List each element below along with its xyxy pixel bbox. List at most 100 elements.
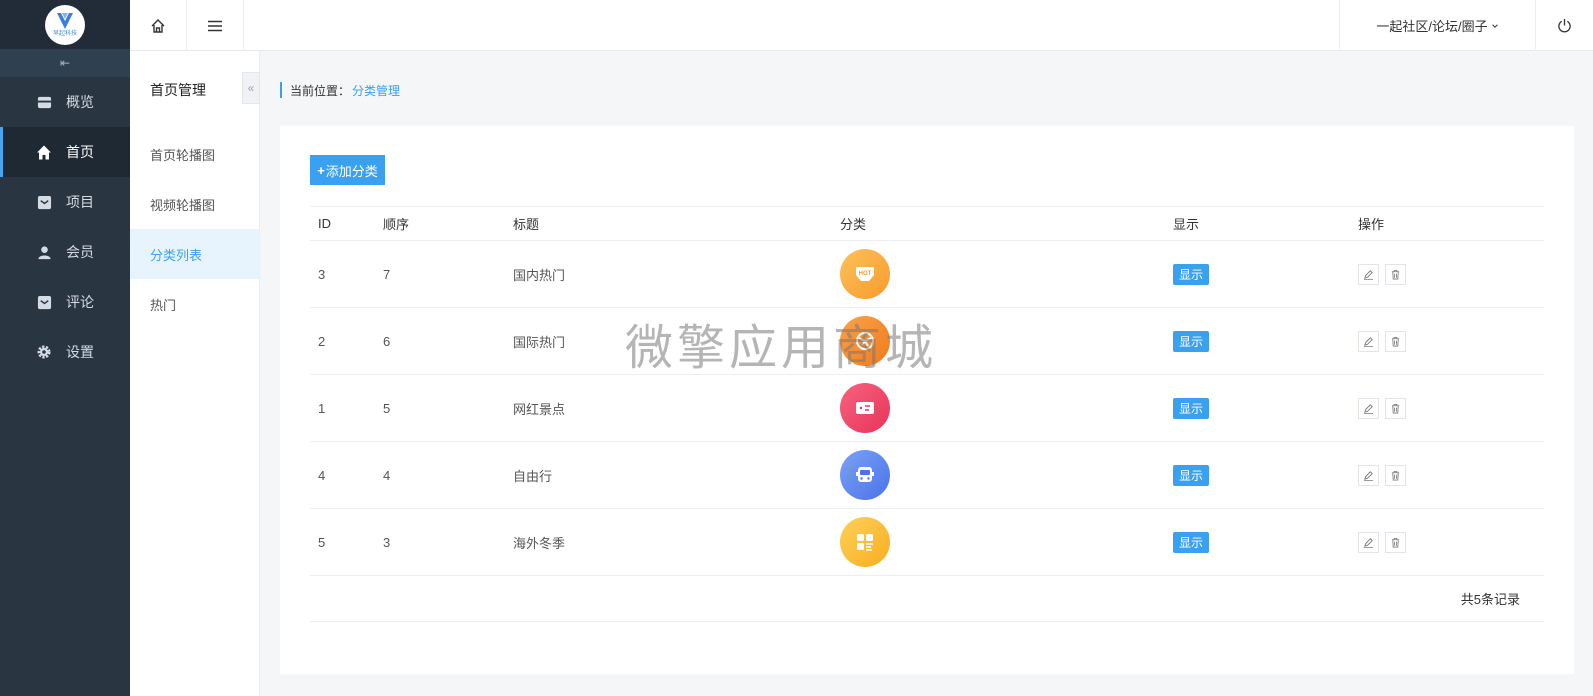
edit-button[interactable] xyxy=(1358,330,1379,352)
cell-show: 显示 xyxy=(1173,531,1358,553)
cell-ops xyxy=(1358,397,1544,419)
ticket-icon xyxy=(840,383,890,433)
submenu-item-category-list[interactable]: 分类列表 xyxy=(130,229,259,279)
sidebar-item-label: 会员 xyxy=(66,244,94,260)
trash-icon xyxy=(1391,403,1400,413)
sidebar-item-overview[interactable]: 概览 xyxy=(0,77,130,127)
overview-icon xyxy=(36,94,52,110)
cell-title: 国际热门 xyxy=(513,334,566,350)
edit-button[interactable] xyxy=(1358,531,1379,553)
sidebar-item-settings[interactable]: 设置 xyxy=(0,327,130,377)
submenu-collapse-button[interactable]: « xyxy=(242,72,260,104)
bus-icon xyxy=(840,450,890,500)
plus-icon: + xyxy=(317,162,325,178)
home-button[interactable] xyxy=(130,0,187,51)
pencil-icon xyxy=(1363,470,1374,481)
pencil-icon xyxy=(1363,269,1374,280)
sidebar-item-project[interactable]: 项目 xyxy=(0,177,130,227)
comment-icon xyxy=(36,294,52,310)
header-order: 顺序 xyxy=(383,217,410,232)
cell-show: 显示 xyxy=(1173,464,1358,486)
cell-order: 7 xyxy=(383,266,391,282)
header-category: 分类 xyxy=(840,217,867,232)
logout-button[interactable] xyxy=(1536,0,1593,51)
sidebar-item-comment[interactable]: 评论 xyxy=(0,277,130,327)
trash-icon xyxy=(1391,537,1400,547)
sidebar-item-member[interactable]: 会员 xyxy=(0,227,130,277)
member-icon xyxy=(36,244,52,260)
pencil-icon xyxy=(1363,336,1374,347)
header-id: ID xyxy=(318,216,331,231)
sidebar-item-label: 评论 xyxy=(66,294,94,310)
status-badge[interactable]: 显示 xyxy=(1173,330,1210,352)
submenu-title: 首页管理 xyxy=(150,82,206,98)
grid-icon xyxy=(840,517,890,567)
globe-icon xyxy=(840,316,890,366)
cell-title: 自由行 xyxy=(513,468,553,484)
svg-text:HOT: HOT xyxy=(859,271,872,277)
sidebar-item-label: 首页 xyxy=(66,144,94,160)
submenu-item-hot[interactable]: 热门 xyxy=(130,279,259,329)
sidebar-item-home[interactable]: 首页 xyxy=(0,127,130,177)
delete-button[interactable] xyxy=(1385,531,1406,553)
sidebar-collapse-button[interactable]: ⇤ xyxy=(0,49,130,77)
cell-show: 显示 xyxy=(1173,330,1358,352)
cell-ops xyxy=(1358,464,1544,486)
status-badge[interactable]: 显示 xyxy=(1173,397,1210,419)
delete-button[interactable] xyxy=(1385,263,1406,285)
logo-area: 早起科技 xyxy=(0,0,130,49)
breadcrumb: 当前位置： 分类管理 xyxy=(280,82,400,98)
delete-button[interactable] xyxy=(1385,464,1406,486)
cell-id: 4 xyxy=(318,467,326,483)
chevron-down-icon xyxy=(1491,23,1498,28)
hot-icon: HOT xyxy=(840,249,890,299)
table-footer: 共5条记录 xyxy=(310,576,1544,622)
table-row: 3 7 国内热门 HOT 显示 xyxy=(310,241,1544,308)
logo-text: 早起科技 xyxy=(52,31,77,37)
cell-title: 海外冬季 xyxy=(513,535,566,551)
edit-button[interactable] xyxy=(1358,397,1379,419)
trash-icon xyxy=(1391,269,1400,279)
menu-toggle-button[interactable] xyxy=(187,0,244,51)
cell-category xyxy=(840,383,1173,433)
edit-button[interactable] xyxy=(1358,263,1379,285)
trash-icon xyxy=(1391,336,1400,346)
home-outline-icon xyxy=(151,18,165,33)
cell-id: 1 xyxy=(318,400,326,416)
cell-category: HOT xyxy=(840,249,1173,299)
gear-icon xyxy=(36,344,52,360)
header-ops: 操作 xyxy=(1358,217,1385,232)
breadcrumb-current[interactable]: 分类管理 xyxy=(352,82,400,99)
status-badge[interactable]: 显示 xyxy=(1173,464,1210,486)
cell-id: 2 xyxy=(318,333,326,349)
secondary-menu: 首页管理 首页轮播图 视频轮播图 分类列表 热门 xyxy=(130,51,260,696)
edit-button[interactable] xyxy=(1358,464,1379,486)
cell-title: 国内热门 xyxy=(513,267,566,283)
status-badge[interactable]: 显示 xyxy=(1173,531,1210,553)
logo-icon xyxy=(57,13,73,29)
trash-icon xyxy=(1391,470,1400,480)
project-icon xyxy=(36,194,52,210)
cell-order: 4 xyxy=(383,467,391,483)
content-panel: + 添加分类 ID 顺序 标题 分类 显示 操作 3 7 国内热门 HOT 显示 xyxy=(280,126,1574,674)
top-bar: 一起社区/论坛/圈子 xyxy=(130,0,1593,51)
hamburger-icon xyxy=(208,20,222,31)
table-header: ID 顺序 标题 分类 显示 操作 xyxy=(310,207,1544,241)
submenu-item-home-carousel[interactable]: 首页轮播图 xyxy=(130,129,259,179)
cell-category xyxy=(840,517,1173,567)
header-title: 标题 xyxy=(513,217,540,232)
cell-id: 5 xyxy=(318,534,326,550)
delete-button[interactable] xyxy=(1385,330,1406,352)
table-row: 1 5 网红景点 显示 xyxy=(310,375,1544,442)
submenu-item-video-carousel[interactable]: 视频轮播图 xyxy=(130,179,259,229)
add-category-button[interactable]: + 添加分类 xyxy=(310,155,385,185)
community-dropdown[interactable]: 一起社区/论坛/圈子 xyxy=(1339,0,1536,51)
cell-ops xyxy=(1358,531,1544,553)
table-row: 5 3 海外冬季 显示 xyxy=(310,509,1544,576)
delete-button[interactable] xyxy=(1385,397,1406,419)
header-show: 显示 xyxy=(1173,217,1200,232)
pencil-icon xyxy=(1363,537,1374,548)
cell-category xyxy=(840,316,1173,366)
status-badge[interactable]: 显示 xyxy=(1173,263,1210,285)
sidebar-item-label: 项目 xyxy=(66,194,94,210)
